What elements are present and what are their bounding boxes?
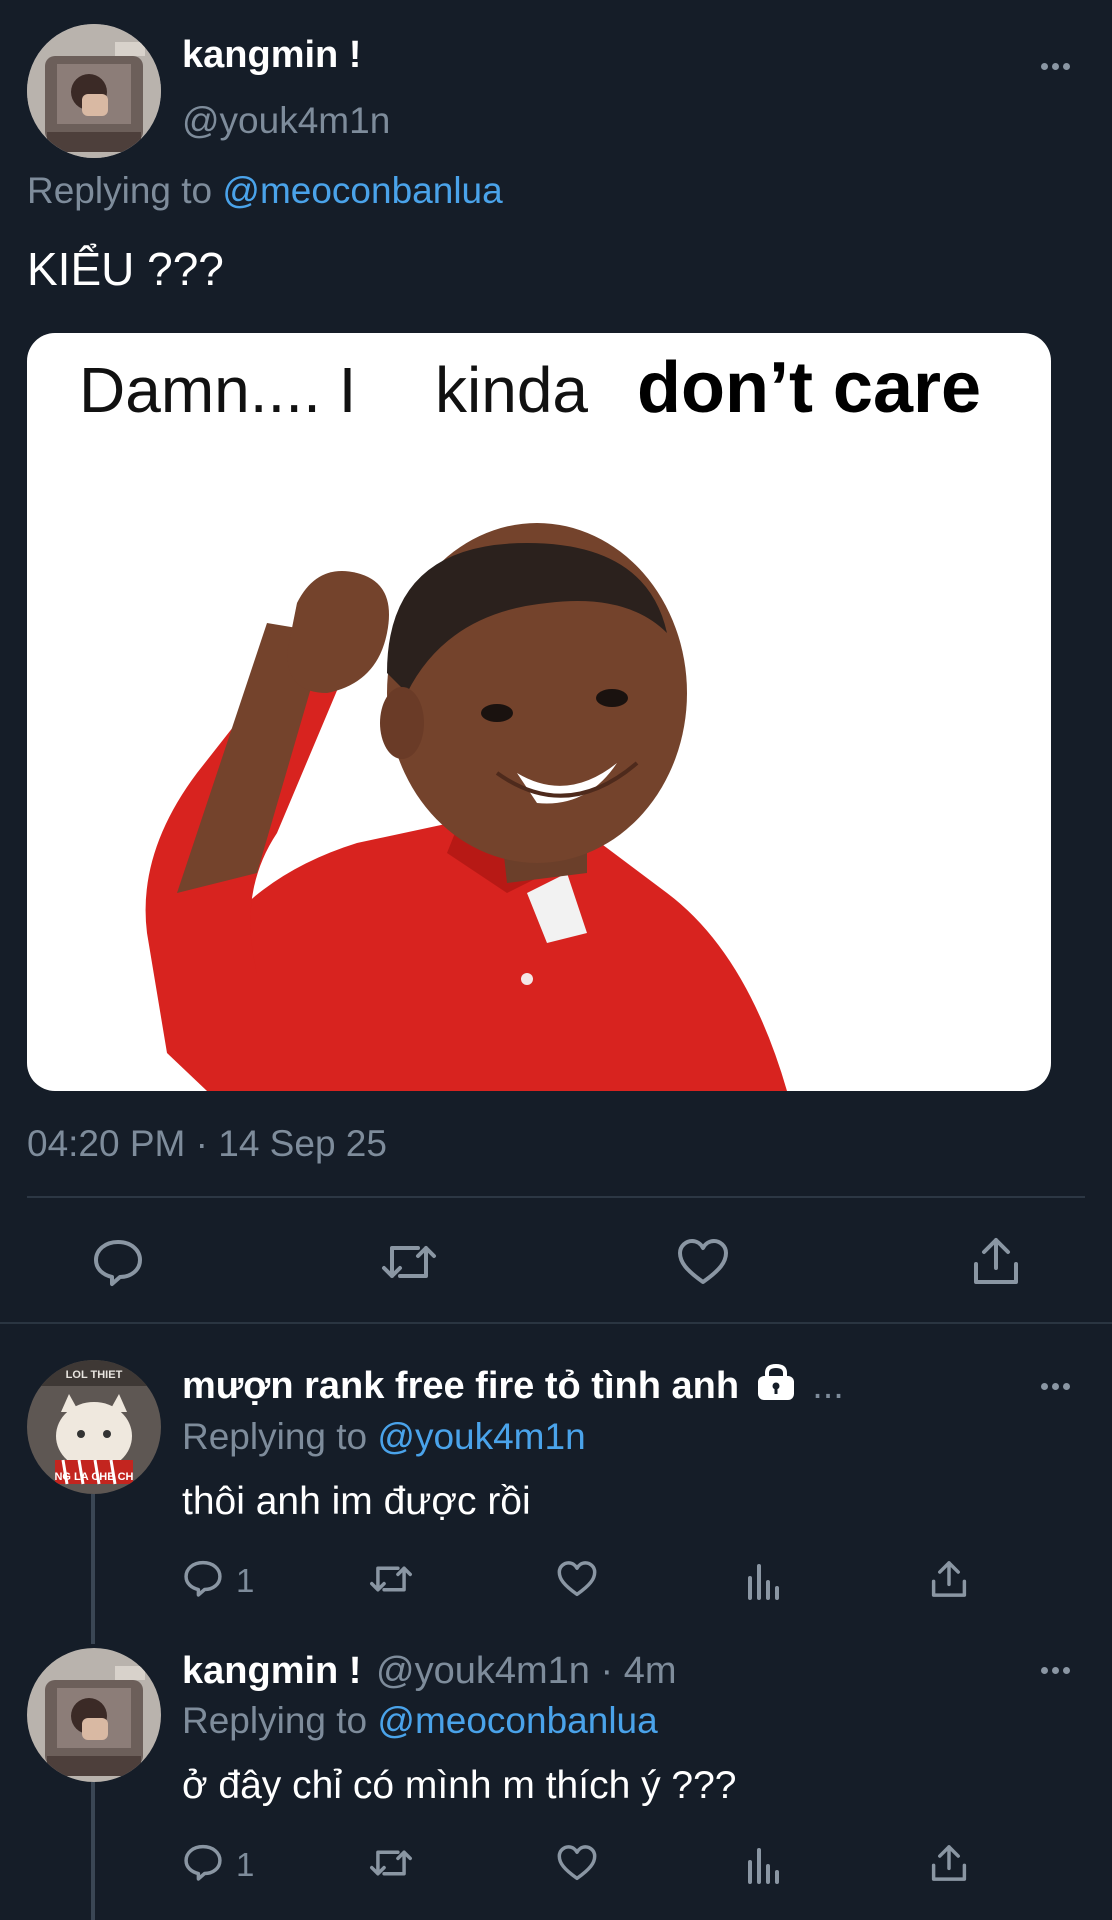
reply2-reply-icon[interactable]: [183, 1842, 223, 1882]
reply2-replying-to-link[interactable]: @meoconbanlua: [377, 1700, 657, 1741]
like-icon[interactable]: [676, 1236, 730, 1288]
reply1-reply-icon[interactable]: [183, 1558, 223, 1598]
lock-icon: [756, 1363, 796, 1412]
reply2-replying-line: Replying to @meoconbanlua: [182, 1700, 658, 1742]
reply1-avatar[interactable]: LOL THIET NG LA CHE CH: [27, 1360, 161, 1494]
reply1-more-icon[interactable]: [1041, 1383, 1070, 1390]
share-icon[interactable]: [970, 1234, 1022, 1288]
thread-line-1: [91, 1494, 95, 1644]
reply2-text: ở đây chỉ có mình m thích ý ???: [182, 1764, 737, 1807]
reply2-like-icon[interactable]: [556, 1843, 598, 1883]
reply1-display-name[interactable]: mượn rank free fire tỏ tình anh: [182, 1365, 739, 1407]
replying-prefix: Replying to: [27, 170, 213, 211]
reply1-like-icon[interactable]: [556, 1559, 598, 1599]
reply2-share-icon[interactable]: [929, 1842, 969, 1884]
reply2-header: kangmin ! @youk4m1n · 4m: [182, 1650, 677, 1693]
reply1-text: thôi anh im được rồi: [182, 1480, 531, 1523]
reply2-display-name[interactable]: kangmin !: [182, 1650, 361, 1692]
meme-kid-illustration: [145, 523, 787, 1091]
reply1-avatar-top-text: LOL THIET: [66, 1369, 123, 1381]
reply1-replying-prefix: Replying to: [182, 1416, 368, 1457]
reply2-analytics-icon[interactable]: [746, 1844, 782, 1884]
reply2-meta: @youk4m1n · 4m: [376, 1650, 677, 1692]
timestamp-divider: [27, 1196, 1085, 1198]
main-display-name[interactable]: kangmin !: [182, 34, 361, 77]
reply2-more-icon[interactable]: [1041, 1667, 1070, 1674]
reply1-replying-to-link[interactable]: @youk4m1n: [377, 1416, 585, 1457]
replying-line: Replying to @meoconbanlua: [27, 170, 503, 212]
reply1-name-suffix: ...: [812, 1365, 844, 1407]
thread-line-2: [91, 1782, 95, 1920]
reply1-replying-line: Replying to @youk4m1n: [182, 1416, 586, 1458]
main-handle[interactable]: @youk4m1n: [182, 100, 390, 142]
reply1-analytics-icon[interactable]: [746, 1560, 782, 1600]
replying-to-link[interactable]: @meoconbanlua: [222, 170, 502, 211]
reply2-retweet-icon[interactable]: [368, 1843, 414, 1883]
reply2-avatar[interactable]: [27, 1648, 161, 1782]
reply2-reply-count: 1: [236, 1846, 255, 1883]
main-author-avatar[interactable]: [27, 24, 161, 158]
reply1-header: mượn rank free fire tỏ tình anh ...: [182, 1363, 844, 1412]
tweet-timestamp: 04:20 PM · 14 Sep 25: [27, 1123, 387, 1164]
reply2-replying-prefix: Replying to: [182, 1700, 368, 1741]
reply1-reply-count: 1: [236, 1562, 255, 1599]
reply-icon[interactable]: [92, 1236, 144, 1288]
section-divider: [0, 1322, 1112, 1324]
tweet-text: KIỂU ???: [27, 243, 224, 295]
reply1-avatar-bottom-text: NG LA CHE CH: [54, 1471, 133, 1483]
more-options-icon[interactable]: [1041, 63, 1070, 70]
reply1-share-icon[interactable]: [929, 1558, 969, 1600]
retweet-icon[interactable]: [380, 1236, 438, 1288]
tweet-image[interactable]: Damn.... I kinda don’t care: [27, 333, 1051, 1091]
reply1-retweet-icon[interactable]: [368, 1559, 414, 1599]
